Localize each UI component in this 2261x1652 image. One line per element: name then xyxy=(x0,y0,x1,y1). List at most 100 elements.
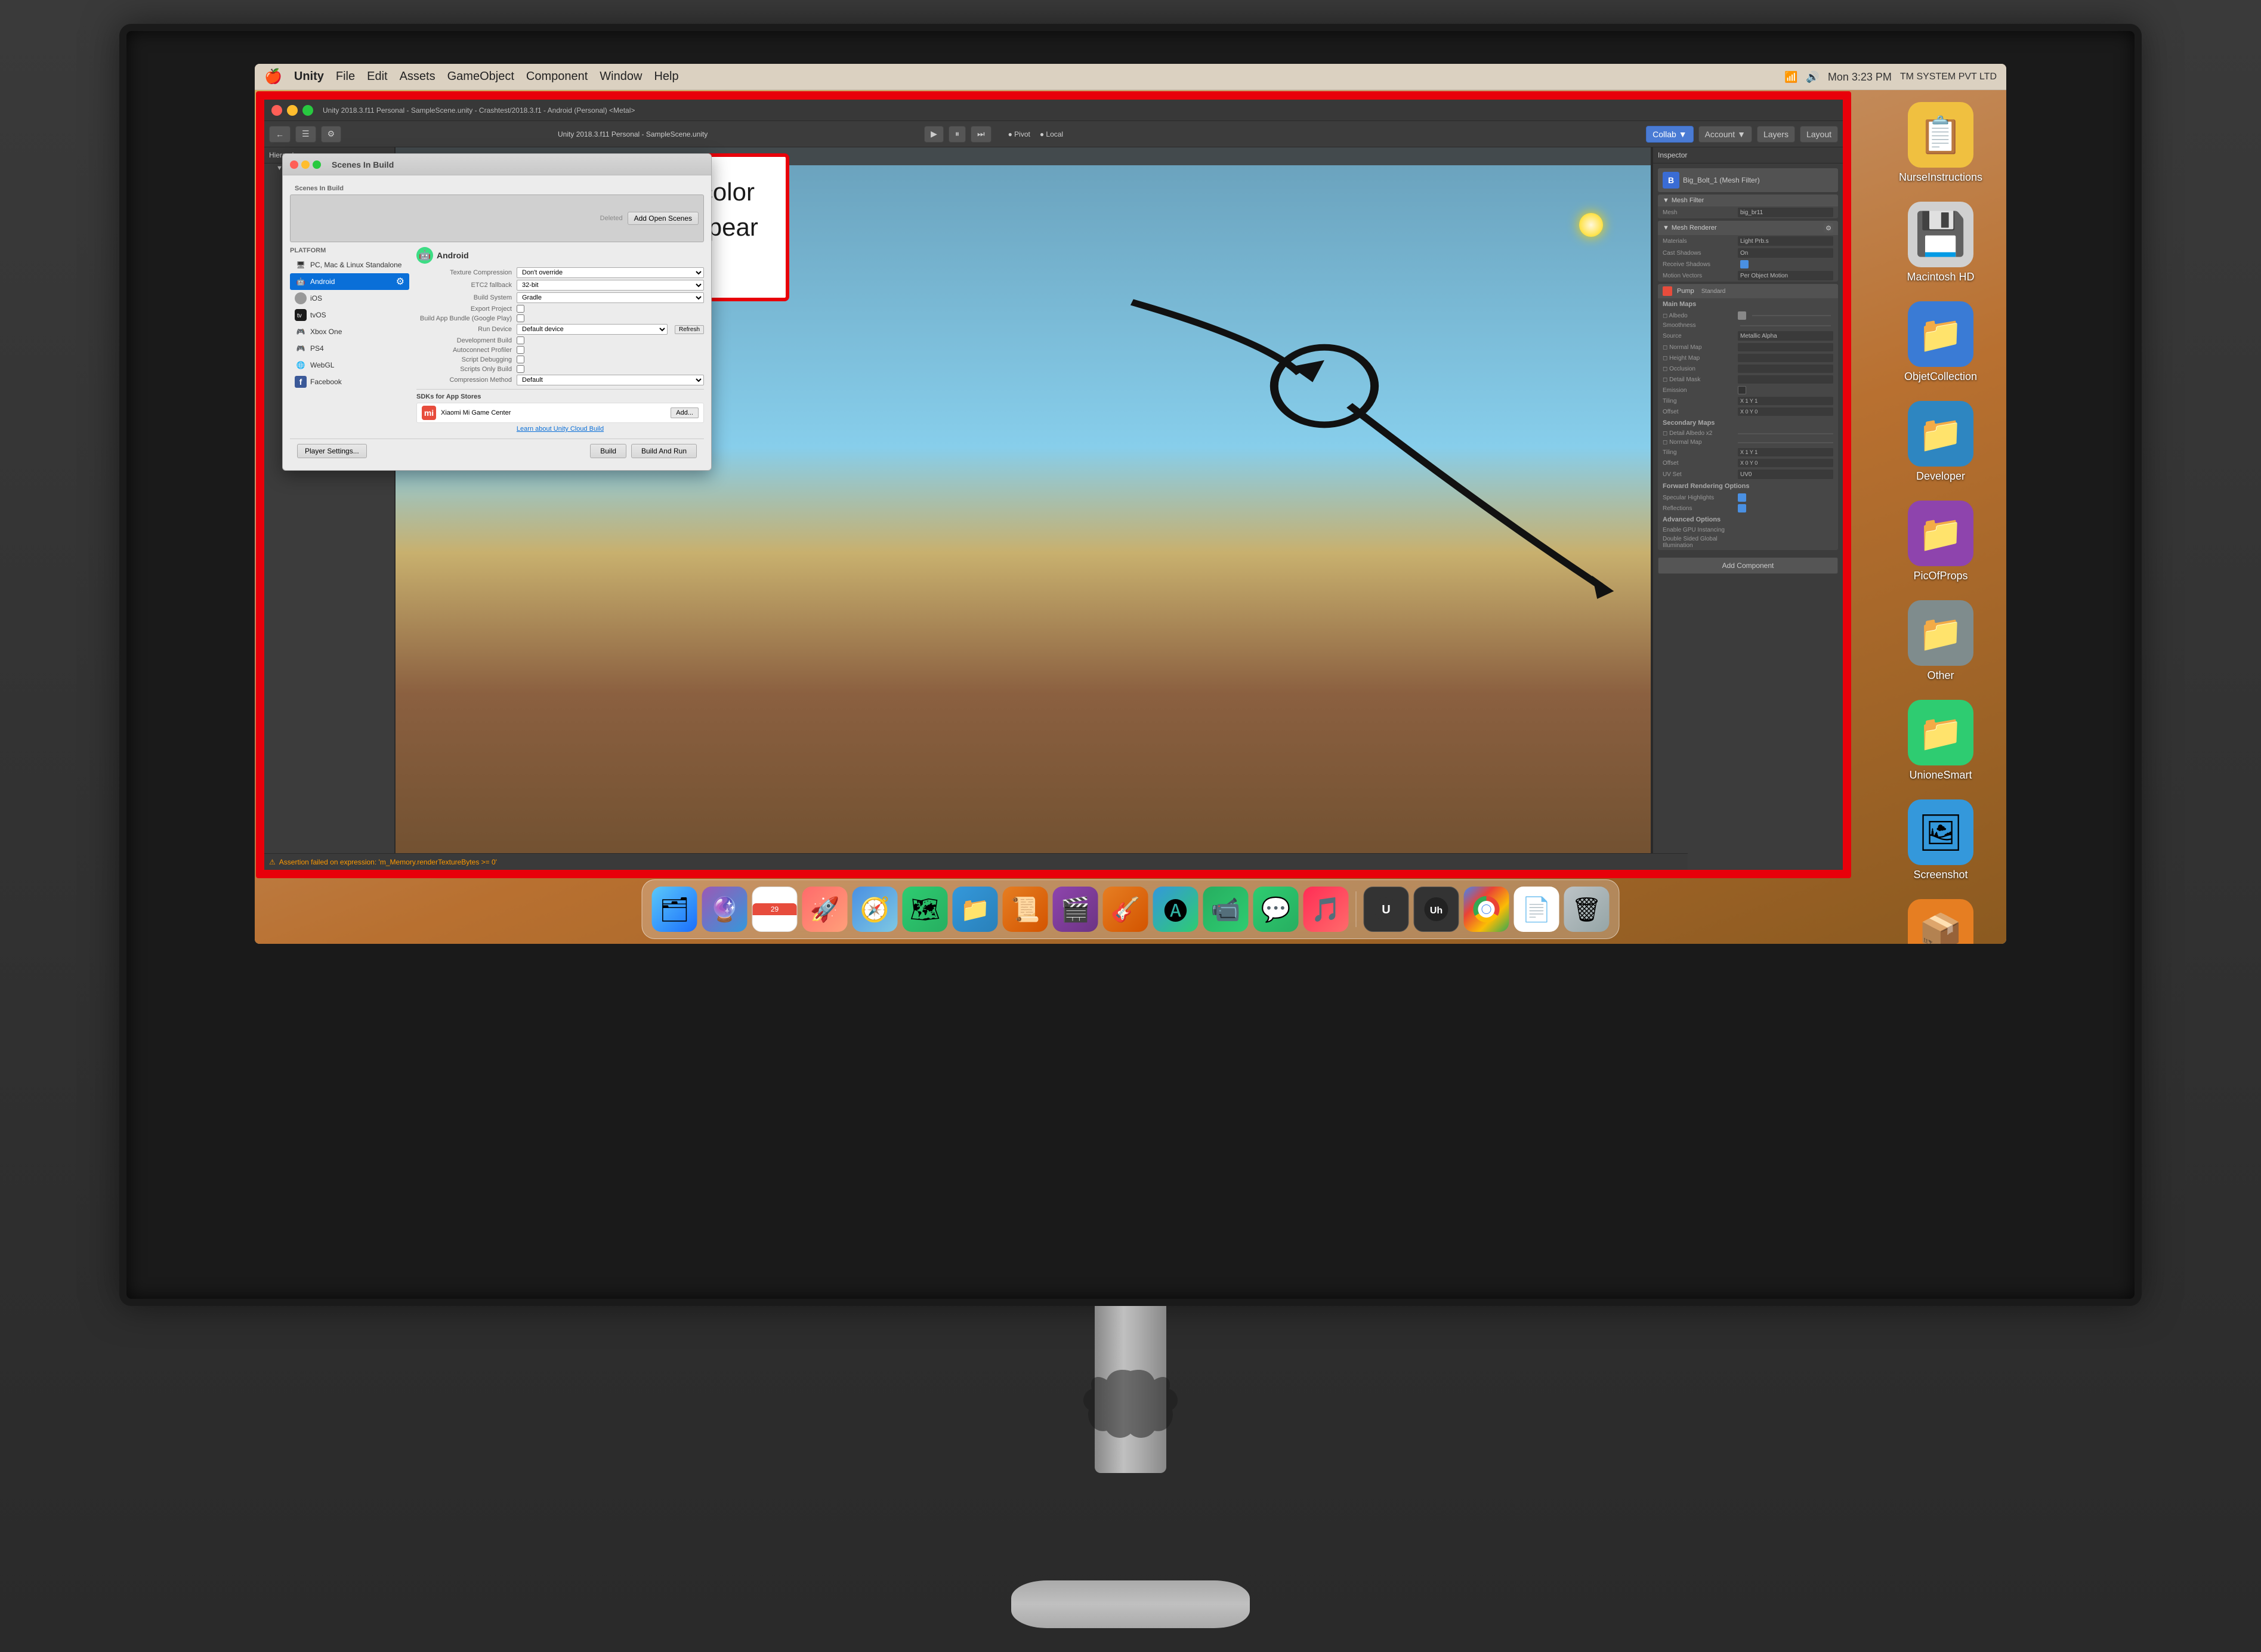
build-system-select[interactable]: Gradle xyxy=(517,292,704,303)
close-button[interactable] xyxy=(271,105,282,116)
menubar-component[interactable]: Component xyxy=(526,70,588,84)
build-button[interactable]: Build xyxy=(590,444,626,458)
menubar-assets[interactable]: Assets xyxy=(400,70,435,84)
collab-button[interactable]: Collab ▼ xyxy=(1646,126,1693,143)
menubar-help[interactable]: Help xyxy=(654,70,678,84)
platform-item-xbox[interactable]: 🎮 Xbox One xyxy=(290,323,409,340)
cloud-build-link[interactable]: Learn about Unity Cloud Build xyxy=(416,425,704,433)
dock-siri[interactable]: 🔮 xyxy=(702,887,748,932)
dock-files[interactable]: 📁 xyxy=(953,887,998,932)
script-debug-checkbox[interactable] xyxy=(517,356,524,363)
dialog-close[interactable] xyxy=(290,160,298,169)
android-settings-icon[interactable]: ⚙ xyxy=(396,276,404,288)
secondary-normal-slider[interactable] xyxy=(1738,442,1833,443)
desktop-icon-other[interactable]: 📁 Other xyxy=(1887,600,1994,682)
layers-button[interactable]: Layers xyxy=(1757,126,1795,143)
uv-set-value[interactable]: UV0 xyxy=(1738,470,1833,479)
dock-garageband[interactable]: 🎸 xyxy=(1103,887,1148,932)
dock-docs[interactable]: 📄 xyxy=(1514,887,1559,932)
apple-menu-icon[interactable]: 🍎 xyxy=(264,68,282,85)
texture-compression-select[interactable]: Don't override xyxy=(517,267,704,278)
desktop-icon-unitypackages[interactable]: 📦 UnityPackages xyxy=(1887,899,1994,944)
secondary-offset-value[interactable]: X 0 Y 0 xyxy=(1738,459,1833,467)
layout-button[interactable]: Layout xyxy=(1800,126,1838,143)
desktop-icon-picofprops[interactable]: 📁 PicOfProps xyxy=(1887,501,1994,582)
receive-shadows-checkbox[interactable] xyxy=(1740,260,1749,268)
add-component-button[interactable]: Add Component xyxy=(1658,557,1838,574)
toolbar-settings-btn[interactable]: ⚙ xyxy=(321,126,342,143)
tiling-value[interactable]: X 1 Y 1 xyxy=(1738,397,1833,405)
dock-chrome[interactable] xyxy=(1464,887,1509,932)
dock-facetime[interactable]: 📹 xyxy=(1203,887,1249,932)
cast-shadows-value[interactable]: On xyxy=(1738,248,1833,258)
height-map-value[interactable] xyxy=(1738,354,1833,362)
occlusion-value[interactable] xyxy=(1738,365,1833,373)
desktop-icon-developer[interactable]: 📁 Developer xyxy=(1887,401,1994,483)
mesh-renderer-settings[interactable]: ⚙ xyxy=(1824,223,1833,233)
minimize-button[interactable] xyxy=(287,105,298,116)
platform-item-ps4[interactable]: 🎮 PS4 xyxy=(290,340,409,357)
dialog-maximize[interactable] xyxy=(313,160,321,169)
sdk-add-button[interactable]: Add... xyxy=(671,407,699,418)
dock-unity[interactable]: U xyxy=(1364,887,1409,932)
dock-finder[interactable]: 🗂 xyxy=(652,887,697,932)
dock-launchpad[interactable]: 🚀 xyxy=(802,887,848,932)
pause-button[interactable]: ⏸ xyxy=(949,126,966,143)
motion-vectors-value[interactable]: Per Object Motion xyxy=(1738,271,1833,280)
compression-select[interactable]: Default xyxy=(517,375,704,385)
toolbar-back-btn[interactable]: ← xyxy=(269,126,291,143)
detail-mask-value[interactable] xyxy=(1738,375,1833,384)
platform-item-webgl[interactable]: 🌐 WebGL xyxy=(290,357,409,373)
dock-unityhub[interactable]: Uh xyxy=(1414,887,1459,932)
build-app-bundle-checkbox[interactable] xyxy=(517,314,524,322)
offset-value[interactable]: X 0 Y 0 xyxy=(1738,407,1833,416)
specular-checkbox[interactable] xyxy=(1738,493,1746,502)
secondary-tiling-value[interactable]: X 1 Y 1 xyxy=(1738,448,1833,456)
autoconnect-checkbox[interactable] xyxy=(517,346,524,354)
metallic-source-value[interactable]: Metallic Alpha xyxy=(1738,331,1833,341)
smoothness-slider[interactable] xyxy=(1740,325,1831,326)
play-button[interactable]: ▶ xyxy=(924,126,944,143)
mesh-value[interactable]: big_br11 xyxy=(1738,208,1833,217)
dock-safari[interactable]: 🧭 xyxy=(852,887,898,932)
dock-calendar[interactable]: 29 xyxy=(752,887,798,932)
reflections-checkbox[interactable] xyxy=(1738,504,1746,512)
mesh-renderer-header[interactable]: ▼ Mesh Renderer ⚙ xyxy=(1658,221,1838,235)
step-button[interactable]: ⏭ xyxy=(971,126,991,143)
dock-messages[interactable]: 💬 xyxy=(1253,887,1299,932)
dock-music[interactable]: 🎵 xyxy=(1304,887,1349,932)
platform-item-tvos[interactable]: tv tvOS xyxy=(290,307,409,323)
normal-map-value[interactable] xyxy=(1738,343,1833,351)
desktop-icon-unioesmart[interactable]: 📁 UnioneSmart xyxy=(1887,700,1994,782)
dialog-minimize[interactable] xyxy=(301,160,310,169)
account-button[interactable]: Account ▼ xyxy=(1698,126,1752,143)
albedo-slider[interactable] xyxy=(1752,315,1831,316)
build-and-run-button[interactable]: Build And Run xyxy=(631,444,697,458)
dock-scroll[interactable]: 📜 xyxy=(1003,887,1048,932)
desktop-icon-screenshot[interactable]: 🖼 Screenshot xyxy=(1887,799,1994,881)
platform-item-pc[interactable]: 🖥 PC, Mac & Linux Standalone xyxy=(290,257,409,273)
maximize-button[interactable] xyxy=(302,105,313,116)
detail-albedo-slider[interactable] xyxy=(1738,433,1833,434)
dock-maps[interactable]: 🗺 xyxy=(903,887,948,932)
emission-checkbox[interactable] xyxy=(1738,386,1746,394)
player-settings-button[interactable]: Player Settings... xyxy=(297,444,367,458)
refresh-button[interactable]: Refresh xyxy=(675,325,704,334)
scripts-only-checkbox[interactable] xyxy=(517,365,524,373)
platform-item-android[interactable]: 🤖 Android ⚙ xyxy=(290,273,409,290)
platform-item-facebook[interactable]: f Facebook xyxy=(290,373,409,390)
export-project-checkbox[interactable] xyxy=(517,305,524,313)
add-open-scenes-button[interactable]: Add Open Scenes xyxy=(628,212,699,225)
menubar-file[interactable]: File xyxy=(336,70,355,84)
menubar-gameobject[interactable]: GameObject xyxy=(447,70,514,84)
mesh-filter-header[interactable]: ▼ Mesh Filter xyxy=(1658,194,1838,206)
menubar-window[interactable]: Window xyxy=(600,70,642,84)
menubar-unity[interactable]: Unity xyxy=(294,70,324,84)
dock-trash[interactable]: 🗑 xyxy=(1564,887,1610,932)
albedo-swatch[interactable] xyxy=(1738,311,1746,320)
menubar-edit[interactable]: Edit xyxy=(367,70,387,84)
toolbar-menu-btn[interactable]: ☰ xyxy=(295,126,316,143)
desktop-icon-objetcollection[interactable]: 📁 ObjetCollection xyxy=(1887,301,1994,383)
desktop-icon-macintoshhd[interactable]: 💾 Macintosh HD xyxy=(1887,202,1994,283)
desktop-icon-nurseinstructions[interactable]: 📋 NurseInstructions xyxy=(1887,102,1994,184)
